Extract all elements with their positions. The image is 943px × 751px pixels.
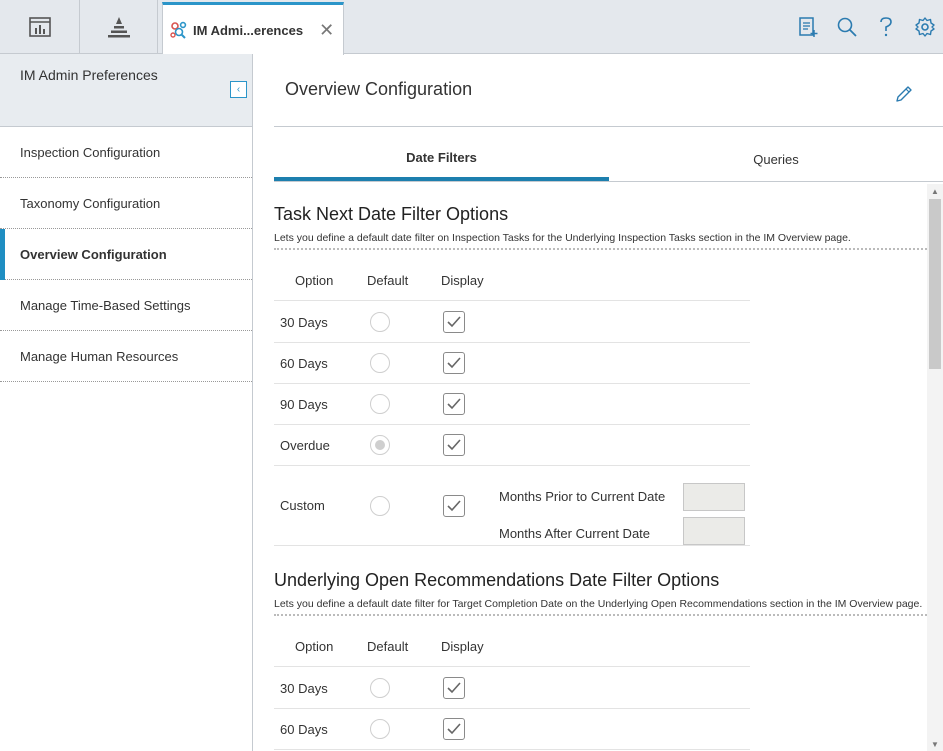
row-label: 60 Days	[280, 356, 328, 371]
sidebar-item-label: Taxonomy Configuration	[20, 195, 161, 211]
display-checkbox[interactable]	[443, 393, 465, 415]
scroll-down-arrow-icon[interactable]: ▼	[927, 737, 943, 751]
checkmark-icon	[447, 316, 461, 328]
checkmark-icon	[447, 723, 461, 735]
scrollbar-thumb[interactable]	[929, 199, 941, 369]
sidebar-item-label: Overview Configuration	[20, 246, 167, 262]
months-after-label: Months After Current Date	[499, 526, 651, 541]
checkmark-icon	[447, 439, 461, 451]
tab-bar: Date Filters Queries	[274, 137, 943, 182]
content-scroll-area: Task Next Date Filter Options Lets you d…	[274, 184, 927, 751]
display-checkbox[interactable]	[443, 495, 465, 517]
task-next-date-section: Task Next Date Filter Options Lets you d…	[274, 204, 927, 250]
dashboard-button[interactable]	[0, 0, 80, 53]
default-radio[interactable]	[370, 719, 390, 739]
section-description: Lets you define a default date filter on…	[274, 232, 927, 250]
months-after-input[interactable]	[683, 517, 745, 545]
table-row: 60 Days	[274, 343, 750, 384]
default-radio[interactable]	[370, 394, 390, 414]
sidebar-item-overview-configuration[interactable]: Overview Configuration	[0, 229, 252, 280]
row-label: 30 Days	[280, 315, 328, 330]
tab-date-filters[interactable]: Date Filters	[274, 137, 609, 181]
table-header: Option Default Display	[274, 625, 750, 667]
help-button[interactable]	[868, 0, 904, 53]
sidebar-title: IM Admin Preferences	[20, 67, 158, 83]
top-bar: IM Admi...erences ✕	[0, 0, 943, 55]
dashboard-icon	[28, 16, 51, 37]
search-button[interactable]	[829, 0, 865, 53]
asset-hierarchy-button[interactable]	[80, 0, 158, 53]
table-row: Overdue	[274, 425, 750, 466]
display-checkbox[interactable]	[443, 434, 465, 456]
collapse-sidebar-button[interactable]: ‹	[230, 81, 247, 98]
row-label: Custom	[280, 498, 325, 513]
checkmark-icon	[447, 682, 461, 694]
vertical-scrollbar[interactable]: ▲ ▼	[927, 184, 943, 751]
column-header-display: Display	[441, 273, 484, 288]
report-icon	[799, 16, 818, 37]
default-radio[interactable]	[370, 312, 390, 332]
table-row-custom: Custom Months Prior to Current Date Mont…	[274, 466, 750, 546]
sidebar-item-manage-human-resources[interactable]: Manage Human Resources	[0, 331, 252, 382]
column-header-default: Default	[367, 639, 409, 654]
display-checkbox[interactable]	[443, 352, 465, 374]
default-radio[interactable]	[370, 435, 390, 455]
months-prior-input[interactable]	[683, 483, 745, 511]
default-radio[interactable]	[370, 678, 390, 698]
gear-icon	[915, 16, 935, 37]
column-header-display: Display	[441, 639, 484, 654]
main-panel: Overview Configuration Date Filters Quer…	[254, 54, 943, 751]
table-row: 30 Days	[274, 668, 750, 709]
display-checkbox[interactable]	[443, 677, 465, 699]
table-row: 60 Days	[274, 709, 750, 750]
tab-im-admin-preferences[interactable]: IM Admi...erences ✕	[162, 2, 344, 55]
chevron-left-icon: ‹	[236, 84, 241, 95]
checkmark-icon	[447, 398, 461, 410]
help-icon	[880, 16, 892, 36]
pencil-icon[interactable]	[894, 84, 914, 104]
column-header-default: Default	[367, 273, 409, 288]
months-prior-label: Months Prior to Current Date	[499, 489, 666, 504]
table-row: 90 Days	[274, 384, 750, 425]
checkmark-icon	[447, 500, 461, 512]
page-title: Overview Configuration	[285, 79, 473, 99]
sidebar-item-label: Inspection Configuration	[20, 144, 161, 160]
open-recommendations-date-section: Underlying Open Recommendations Date Fil…	[274, 570, 927, 616]
sidebar: IM Admin Preferences ‹ Inspection Config…	[0, 54, 253, 751]
sidebar-item-label: Manage Human Resources	[20, 348, 179, 364]
tab-title: IM Admi...erences	[193, 22, 304, 38]
sidebar-item-label: Manage Time-Based Settings	[20, 297, 191, 313]
inspection-management-icon	[170, 21, 187, 39]
tab-queries[interactable]: Queries	[609, 137, 943, 181]
table-row: 30 Days	[274, 302, 750, 343]
report-button[interactable]	[790, 0, 826, 53]
divider	[274, 126, 943, 127]
close-icon[interactable]: ✕	[319, 21, 334, 39]
section-title: Underlying Open Recommendations Date Fil…	[274, 570, 720, 590]
display-checkbox[interactable]	[443, 311, 465, 333]
row-label: 30 Days	[280, 681, 328, 696]
default-radio[interactable]	[370, 496, 390, 516]
display-checkbox[interactable]	[443, 718, 465, 740]
table-header: Option Default Display	[274, 259, 750, 301]
section-description: Lets you define a default date filter fo…	[274, 598, 927, 616]
sidebar-item-manage-time-based-settings[interactable]: Manage Time-Based Settings	[0, 280, 252, 331]
column-header-option: Option	[295, 639, 334, 654]
default-radio[interactable]	[370, 353, 390, 373]
settings-button[interactable]	[907, 0, 943, 53]
search-icon	[837, 17, 857, 37]
row-label: Overdue	[280, 438, 330, 453]
checkmark-icon	[447, 357, 461, 369]
sidebar-item-taxonomy-configuration[interactable]: Taxonomy Configuration	[0, 178, 252, 229]
scroll-up-arrow-icon[interactable]: ▲	[927, 184, 943, 198]
row-label: 90 Days	[280, 397, 328, 412]
column-header-option: Option	[295, 273, 334, 288]
sidebar-item-inspection-configuration[interactable]: Inspection Configuration	[0, 127, 252, 178]
sidebar-header: IM Admin Preferences ‹	[0, 54, 252, 127]
hierarchy-icon	[107, 16, 130, 37]
section-title: Task Next Date Filter Options	[274, 204, 509, 224]
row-label: 60 Days	[280, 722, 328, 737]
